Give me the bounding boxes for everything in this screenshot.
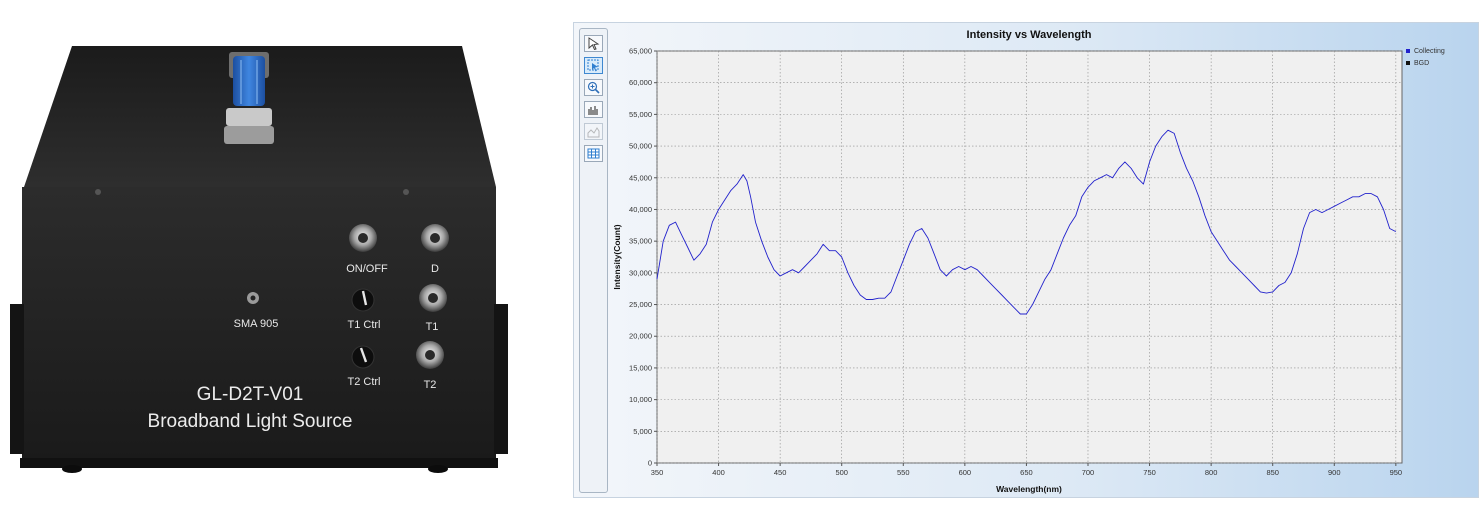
legend-swatch-collecting	[1406, 49, 1410, 53]
d-lamp-indicator-icon	[421, 224, 449, 252]
legend-label-collecting: Collecting	[1414, 47, 1445, 55]
y-axis-ticks: 0 5,000 10,000 15,000 20,000 25,000 30,000 35,0…	[629, 47, 657, 468]
x-axis-ticks: 350 400 450 500 550 600 650 700 750 800 850 900 950	[651, 463, 1402, 477]
x-tick-label: 400	[712, 468, 725, 477]
y-tick-label: 40,000	[629, 205, 652, 214]
x-tick-label: 600	[959, 468, 972, 477]
legend-label-bgd: BGD	[1414, 59, 1430, 67]
x-tick-label: 850	[1266, 468, 1279, 477]
x-tick-label: 500	[835, 468, 848, 477]
x-tick-label: 550	[897, 468, 910, 477]
x-tick-label: 750	[1143, 468, 1156, 477]
t2-ctrl-label: T2 Ctrl	[348, 376, 381, 388]
x-tick-label: 450	[774, 468, 787, 477]
intensity-chart: 0 5,000 10,000 15,000 20,000 25,000 30,000 35,0…	[612, 47, 1403, 494]
x-tick-label: 650	[1020, 468, 1033, 477]
y-tick-label: 55,000	[629, 110, 652, 119]
legend-swatch-bgd	[1406, 61, 1410, 65]
light-source-photo: ON/OFF D SMA 905 T1 Ctrl T1 T2 Ctrl T2 G…	[10, 46, 508, 473]
sma-label: SMA 905	[234, 318, 279, 330]
y-tick-label: 15,000	[629, 363, 652, 372]
spectrometer-window: Intensity vs Wavelength 0 5,000 10,000 15,0…	[573, 22, 1479, 498]
y-tick-label: 45,000	[629, 173, 652, 182]
y-tick-label: 35,000	[629, 237, 652, 246]
y-tick-label: 0	[648, 459, 652, 468]
x-tick-label: 350	[651, 468, 664, 477]
d-label: D	[431, 263, 439, 275]
x-axis-title: Wavelength(nm)	[996, 484, 1062, 494]
legend-item-bgd: BGD	[1406, 57, 1445, 69]
t1-ctrl-label: T1 Ctrl	[348, 319, 381, 331]
y-tick-label: 30,000	[629, 268, 652, 277]
plot-area	[656, 50, 1403, 464]
t1-label: T1	[426, 321, 439, 333]
t2-ctrl-knob-icon	[351, 345, 375, 369]
x-tick-label: 700	[1082, 468, 1095, 477]
y-tick-label: 25,000	[629, 300, 652, 309]
t2-label: T2	[424, 379, 437, 391]
y-tick-label: 20,000	[629, 332, 652, 341]
x-tick-label: 900	[1328, 468, 1341, 477]
t2-indicator-icon	[416, 341, 444, 369]
y-tick-label: 10,000	[629, 395, 652, 404]
t1-indicator-icon	[419, 284, 447, 312]
t1-ctrl-knob-icon	[351, 288, 375, 312]
y-tick-label: 5,000	[633, 427, 652, 436]
device-name: Broadband Light Source	[148, 411, 353, 432]
legend-item-collecting: Collecting	[1406, 45, 1445, 57]
x-tick-label: 950	[1390, 468, 1403, 477]
x-tick-label: 800	[1205, 468, 1218, 477]
device-model: GL-D2T-V01	[197, 384, 304, 405]
on-off-switch-icon	[349, 224, 377, 252]
chart-legend: Collecting BGD	[1406, 45, 1445, 69]
sma-905-port-icon	[247, 292, 259, 304]
y-tick-label: 60,000	[629, 78, 652, 87]
y-tick-label: 50,000	[629, 142, 652, 151]
y-axis-title: Intensity(Count)	[612, 224, 622, 289]
on-off-label: ON/OFF	[346, 263, 388, 275]
y-tick-label: 65,000	[629, 47, 652, 56]
